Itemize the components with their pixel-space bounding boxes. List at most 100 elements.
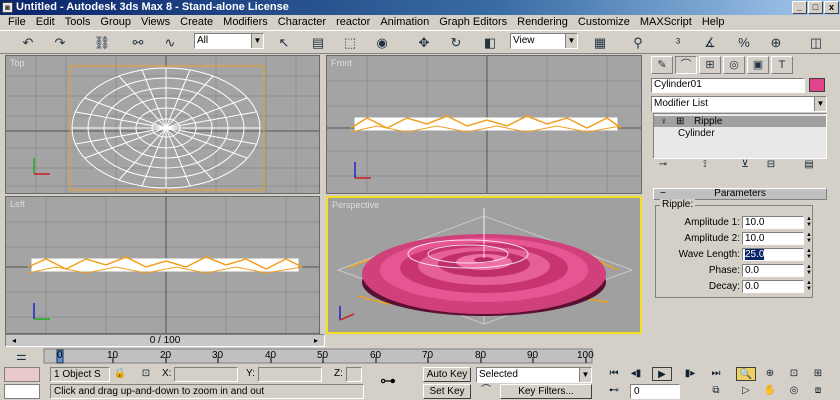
viewport-top[interactable]: Top: [5, 55, 320, 194]
rect-region-icon[interactable]: ⬚: [340, 33, 360, 53]
pivot-icon[interactable]: ▦: [590, 33, 610, 53]
object-name-field[interactable]: Cylinder01: [651, 78, 805, 93]
maximize-viewport-icon[interactable]: ⧈: [808, 384, 828, 398]
current-frame-field[interactable]: 0: [630, 384, 680, 399]
stack-item-cylinder[interactable]: Cylinder: [654, 128, 826, 139]
select-scale-icon[interactable]: ◧: [480, 33, 500, 53]
menu-rendering[interactable]: Rendering: [513, 15, 574, 30]
x-coord-field[interactable]: [174, 367, 238, 382]
spinner-icon[interactable]: ▲ ▼: [805, 216, 813, 229]
amplitude1-input[interactable]: 10.0: [742, 216, 804, 229]
previous-frame-icon[interactable]: ◂▮: [626, 367, 646, 381]
viewport-left[interactable]: Left: [5, 196, 320, 334]
unlink-icon[interactable]: ⚯: [128, 33, 148, 53]
modifier-list-dropdown[interactable]: Modifier List ▼: [651, 96, 827, 112]
utilities-tab-icon[interactable]: T: [771, 56, 793, 74]
hierarchy-tab-icon[interactable]: ⊞: [699, 56, 721, 74]
menu-views[interactable]: Views: [137, 15, 176, 30]
menu-file[interactable]: File: [4, 15, 32, 30]
track-bar[interactable]: ⚌ 0 10 20 30 40 50 60 70 80 90 100: [0, 347, 604, 367]
y-coord-field[interactable]: [258, 367, 322, 382]
viewport-label-front[interactable]: Front: [331, 58, 352, 68]
viewport-perspective[interactable]: Perspective: [326, 196, 642, 334]
remove-modifier-icon[interactable]: ⊟: [761, 158, 781, 172]
render-icon[interactable]: ◫: [806, 33, 826, 53]
select-icon[interactable]: ↖: [274, 33, 294, 53]
object-color-swatch[interactable]: [809, 78, 825, 92]
select-link-icon[interactable]: ⛓: [92, 33, 112, 53]
stack-item-ripple[interactable]: ♀ ⊞ Ripple: [654, 116, 826, 127]
chevron-left-icon[interactable]: ◂: [8, 335, 20, 346]
menu-create[interactable]: Create: [176, 15, 219, 30]
app-icon[interactable]: ◙: [2, 2, 13, 13]
arc-rotate-icon[interactable]: ◎: [784, 384, 804, 398]
spinner-icon[interactable]: ▲ ▼: [805, 248, 813, 261]
default-in-out-tangent-icon[interactable]: ⌒: [476, 384, 496, 398]
select-rotate-icon[interactable]: ↻: [446, 33, 466, 53]
bind-space-warp-icon[interactable]: ∿: [160, 33, 180, 53]
show-end-result-icon[interactable]: ⟟: [695, 158, 715, 172]
menu-customize[interactable]: Customize: [574, 15, 636, 30]
select-move-icon[interactable]: ✥: [414, 33, 434, 53]
lock-icon[interactable]: 🔒: [110, 367, 130, 381]
percent-snap-icon[interactable]: %: [734, 33, 754, 53]
close-button[interactable]: x: [824, 1, 839, 14]
pin-stack-icon[interactable]: ⊸: [653, 158, 673, 172]
configure-sets-icon[interactable]: ▤: [799, 158, 819, 172]
auto-key-button[interactable]: Auto Key: [423, 367, 471, 382]
time-slider[interactable]: ◂ 0 / 100 ▸: [5, 334, 325, 347]
z-coord-field[interactable]: [346, 367, 362, 382]
angle-snap-icon[interactable]: ∡: [700, 33, 720, 53]
zoom-icon[interactable]: 🔍: [736, 367, 756, 381]
select-by-name-icon[interactable]: ▤: [308, 33, 328, 53]
chevron-right-icon[interactable]: ▸: [310, 335, 322, 346]
next-frame-icon[interactable]: ▮▸: [680, 367, 700, 381]
key-mode-icon[interactable]: ⊷: [604, 384, 624, 398]
field-of-view-icon[interactable]: ▷: [736, 384, 756, 398]
menu-edit[interactable]: Edit: [32, 15, 61, 30]
menu-character[interactable]: Character: [274, 15, 332, 30]
maxscript-listener-mini[interactable]: [4, 367, 40, 382]
pan-icon[interactable]: ✋: [760, 384, 780, 398]
viewport-front[interactable]: Front: [326, 55, 642, 194]
zoom-extents-icon[interactable]: ⊡: [784, 367, 804, 381]
spinner-icon[interactable]: ▲ ▼: [805, 232, 813, 245]
set-key-button[interactable]: Set Key: [423, 384, 471, 399]
key-icon[interactable]: ⊶: [380, 371, 396, 391]
spinner-icon[interactable]: ▲ ▼: [805, 264, 813, 277]
maxscript-listener-input[interactable]: [4, 384, 40, 399]
spinner-icon[interactable]: ▲ ▼: [805, 280, 813, 293]
play-icon[interactable]: ▶: [652, 367, 672, 381]
menu-group[interactable]: Group: [96, 15, 137, 30]
zoom-all-icon[interactable]: ⊕: [760, 367, 780, 381]
amplitude2-input[interactable]: 10.0: [742, 232, 804, 245]
undo-icon[interactable]: ↶: [18, 33, 38, 53]
go-to-start-icon[interactable]: ⏮: [604, 367, 624, 381]
wave-length-input[interactable]: 25.0: [742, 248, 804, 261]
decay-input[interactable]: 0.0: [742, 280, 804, 293]
menu-tools[interactable]: Tools: [61, 15, 97, 30]
viewport-label-left[interactable]: Left: [10, 199, 25, 209]
modify-tab-icon[interactable]: ⌒: [675, 56, 697, 74]
phase-input[interactable]: 0.0: [742, 264, 804, 277]
key-filters-button[interactable]: Key Filters...: [500, 384, 592, 399]
go-to-end-icon[interactable]: ⏭: [706, 367, 726, 381]
expand-icon[interactable]: ⊞: [676, 116, 684, 127]
menu-maxscript[interactable]: MAXScript: [636, 15, 698, 30]
time-configuration-icon[interactable]: ⧉: [706, 384, 726, 398]
window-crossing-icon[interactable]: ◉: [372, 33, 392, 53]
snap-icon[interactable]: ³: [668, 33, 688, 53]
menu-graph-editors[interactable]: Graph Editors: [435, 15, 513, 30]
menu-modifiers[interactable]: Modifiers: [219, 15, 274, 30]
key-selection-dropdown[interactable]: Selected ▼: [476, 367, 592, 383]
maximize-button[interactable]: □: [808, 1, 823, 14]
selection-filter-dropdown[interactable]: All ▼: [194, 33, 264, 49]
absolute-mode-icon[interactable]: ⊡: [136, 367, 156, 381]
motion-tab-icon[interactable]: ◎: [723, 56, 745, 74]
mirror-icon[interactable]: ⚲: [628, 33, 648, 53]
viewport-label-perspective[interactable]: Perspective: [332, 200, 379, 210]
menu-reactor[interactable]: reactor: [332, 15, 376, 30]
viewport-label-top[interactable]: Top: [10, 58, 25, 68]
menu-help[interactable]: Help: [698, 15, 731, 30]
minimize-button[interactable]: _: [792, 1, 807, 14]
